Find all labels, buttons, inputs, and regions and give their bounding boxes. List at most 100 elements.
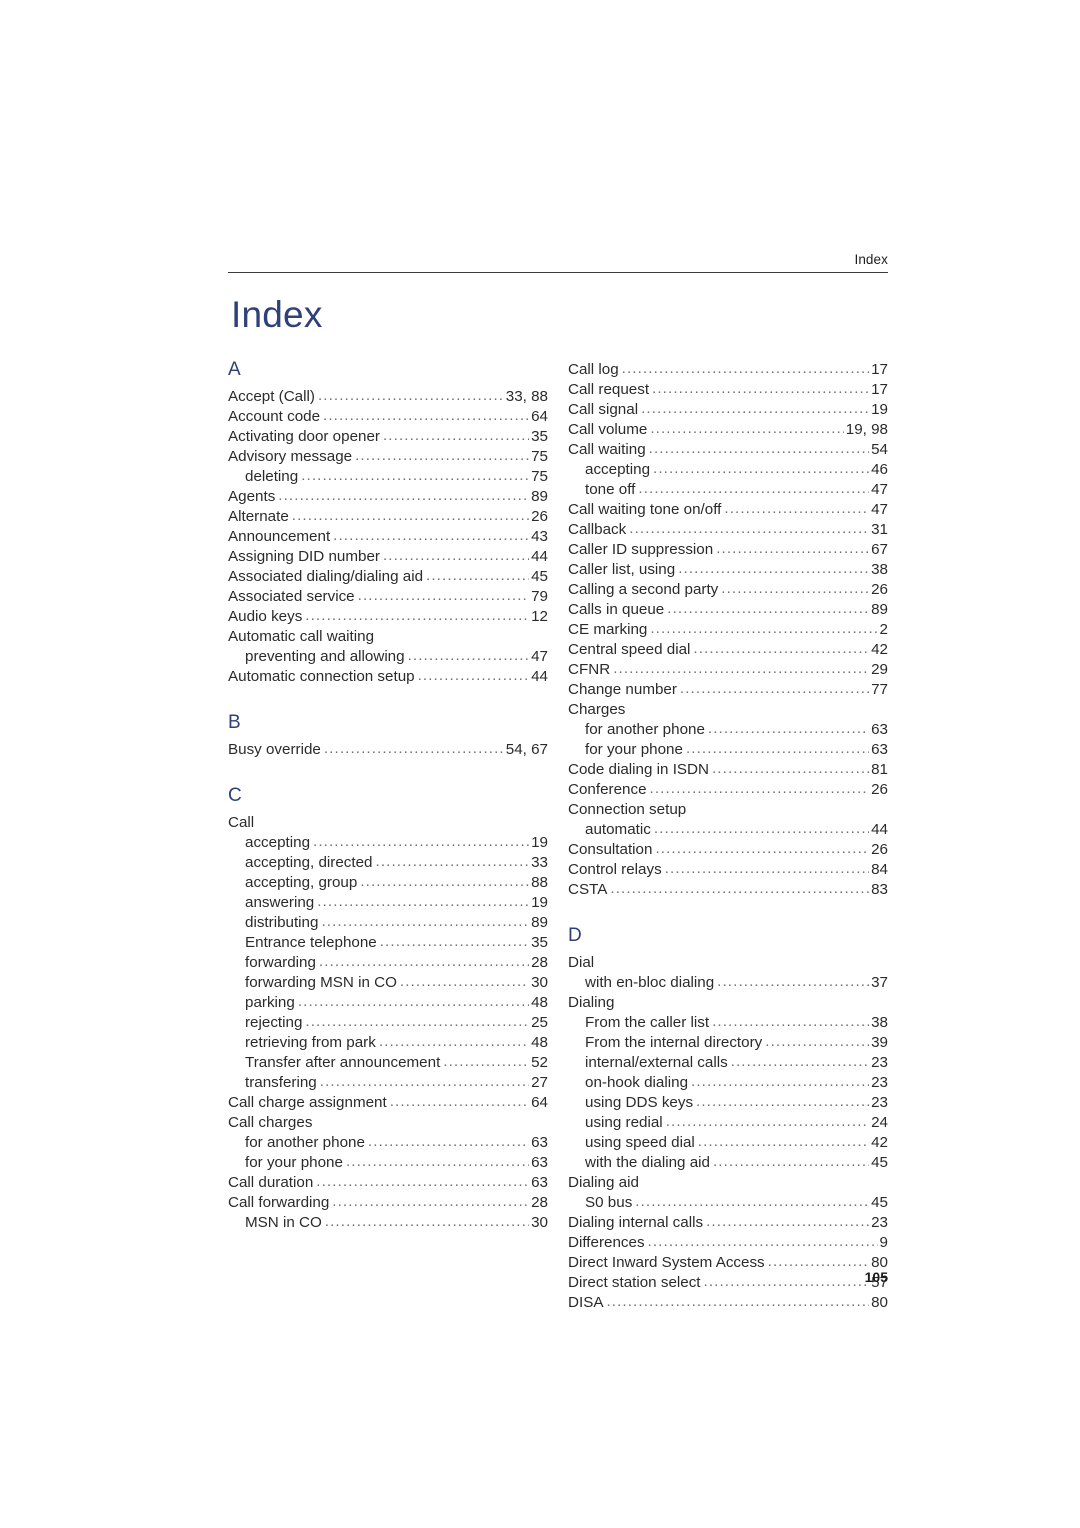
leader-dots: ........................................… bbox=[717, 973, 869, 990]
leader-dots: ........................................… bbox=[693, 640, 869, 657]
index-entry-pages: 63 bbox=[531, 1154, 548, 1171]
index-entry-pages: 44 bbox=[531, 668, 548, 685]
leader-dots: ........................................… bbox=[648, 440, 870, 457]
index-entry: Agents..................................… bbox=[228, 487, 548, 507]
index-entry: retrieving from park....................… bbox=[228, 1033, 548, 1053]
index-entry-label: accepting, group bbox=[245, 874, 358, 891]
index-entry-label: using speed dial bbox=[585, 1134, 695, 1151]
leader-dots: ........................................… bbox=[399, 973, 529, 990]
index-entry-pages: 25 bbox=[531, 1014, 548, 1031]
index-entry-label: Automatic connection setup bbox=[228, 668, 415, 685]
index-entry-label: accepting bbox=[585, 461, 651, 478]
index-entry-pages: 38 bbox=[871, 1014, 888, 1031]
leader-dots: ........................................… bbox=[649, 780, 870, 797]
leader-dots: ........................................… bbox=[367, 1133, 529, 1150]
index-entry-pages: 23 bbox=[871, 1094, 888, 1111]
leader-dots: ........................................… bbox=[323, 407, 530, 424]
leader-dots: ........................................… bbox=[382, 547, 529, 564]
index-entry: Caller ID suppression...................… bbox=[568, 540, 888, 560]
leader-dots: ........................................… bbox=[653, 820, 869, 837]
index-entry: Call waiting............................… bbox=[568, 440, 888, 460]
leader-dots: ........................................… bbox=[382, 427, 529, 444]
index-entry: for your phone..........................… bbox=[568, 740, 888, 760]
leader-dots: ........................................… bbox=[655, 840, 869, 857]
index-entry-pages: 77 bbox=[871, 681, 888, 698]
index-entry-label: Announcement bbox=[228, 528, 331, 545]
index-entry: Entrance telephone......................… bbox=[228, 933, 548, 953]
leader-dots: ........................................… bbox=[665, 1113, 869, 1130]
index-entry: Call waiting tone on/off................… bbox=[568, 500, 888, 520]
index-entry-pages: 26 bbox=[871, 841, 888, 858]
leader-dots: ........................................… bbox=[716, 540, 869, 557]
index-entry-pages: 44 bbox=[871, 821, 888, 838]
index-entry: accepting, directed.....................… bbox=[228, 853, 548, 873]
index-entry-label: CFNR bbox=[568, 661, 611, 678]
index-entry-pages: 23 bbox=[871, 1074, 888, 1091]
leader-dots: ........................................… bbox=[697, 1133, 870, 1150]
index-entry-pages: 75 bbox=[531, 448, 548, 465]
leader-dots: ........................................… bbox=[647, 1233, 878, 1250]
index-entry-label: preventing and allowing bbox=[245, 648, 405, 665]
index-entry: Call forwarding.........................… bbox=[228, 1193, 548, 1213]
index-entry-pages: 29 bbox=[871, 661, 888, 678]
index-entry-label: Transfer after announcement bbox=[245, 1054, 441, 1071]
leader-dots: ........................................… bbox=[407, 647, 530, 664]
index-entry: Automatic connection setup..............… bbox=[228, 667, 548, 687]
index-entry-label: Dialing internal calls bbox=[568, 1214, 704, 1231]
index-entry-label: automatic bbox=[585, 821, 651, 838]
index-entry: Calling a second party..................… bbox=[568, 580, 888, 600]
index-entry: automatic...............................… bbox=[568, 820, 888, 840]
index-letter-heading-c: C bbox=[228, 785, 242, 806]
index-entry-pages: 52 bbox=[531, 1054, 548, 1071]
index-entry-label: using DDS keys bbox=[585, 1094, 694, 1111]
leader-dots: ........................................… bbox=[317, 387, 504, 404]
index-entry-pages: 44 bbox=[531, 548, 548, 565]
index-entry-label: Call waiting bbox=[568, 441, 646, 458]
index-entry-label: on-hook dialing bbox=[585, 1074, 689, 1091]
index-entry-pages: 19 bbox=[531, 834, 548, 851]
index-entry-label: Differences bbox=[568, 1234, 645, 1251]
index-entry-label: Consultation bbox=[568, 841, 653, 858]
index-entry: Accept (Call)...........................… bbox=[228, 387, 548, 407]
leader-dots: ........................................… bbox=[443, 1053, 529, 1070]
leader-dots: ........................................… bbox=[360, 873, 529, 890]
index-column-right: Call log................................… bbox=[568, 360, 888, 1313]
index-entry-pages: 37 bbox=[871, 974, 888, 991]
index-entry-pages: 79 bbox=[531, 588, 548, 605]
index-entry-label: Advisory message bbox=[228, 448, 353, 465]
index-entry-pages: 35 bbox=[531, 934, 548, 951]
index-entry: for another phone.......................… bbox=[228, 1133, 548, 1153]
leader-dots: ........................................… bbox=[641, 400, 870, 417]
index-entry-label: tone off bbox=[585, 481, 636, 498]
index-entry-pages: 80 bbox=[871, 1294, 888, 1311]
leader-dots: ........................................… bbox=[375, 853, 530, 870]
index-entry: forwarding..............................… bbox=[228, 953, 548, 973]
index-entry: Transfer after announcement.............… bbox=[228, 1053, 548, 1073]
index-entry-label: Call charge assignment bbox=[228, 1094, 387, 1111]
leader-dots: ........................................… bbox=[324, 1213, 530, 1230]
leader-dots: ........................................… bbox=[417, 667, 530, 684]
leader-dots: ........................................… bbox=[653, 460, 870, 477]
leader-dots: ........................................… bbox=[389, 1093, 529, 1110]
leader-dots: ........................................… bbox=[317, 893, 529, 910]
index-entry: CE marking..............................… bbox=[568, 620, 888, 640]
index-entry-label: Code dialing in ISDN bbox=[568, 761, 709, 778]
leader-dots: ........................................… bbox=[606, 1293, 869, 1310]
index-entry-pages: 48 bbox=[531, 1034, 548, 1051]
index-entry: on-hook dialing.........................… bbox=[568, 1073, 888, 1093]
index-entry: S0 bus..................................… bbox=[568, 1193, 888, 1213]
index-entry-label: Callback bbox=[568, 521, 627, 538]
index-entry: deleting................................… bbox=[228, 467, 548, 487]
index-entry-label: transfering bbox=[245, 1074, 317, 1091]
index-entry-pages: 88 bbox=[531, 874, 548, 891]
index-entry-label: Connection setup bbox=[568, 801, 687, 818]
index-entry: distributing............................… bbox=[228, 913, 548, 933]
leader-dots: ........................................… bbox=[316, 1173, 530, 1190]
index-entry-pages: 63 bbox=[531, 1134, 548, 1151]
index-entry: Assigning DID number....................… bbox=[228, 547, 548, 567]
index-entry-label: Central speed dial bbox=[568, 641, 691, 658]
index-entry-label: Automatic call waiting bbox=[228, 628, 375, 645]
index-entry: Caller list, using......................… bbox=[568, 560, 888, 580]
index-entry-label: for your phone bbox=[585, 741, 683, 758]
leader-dots: ........................................… bbox=[332, 1193, 530, 1210]
